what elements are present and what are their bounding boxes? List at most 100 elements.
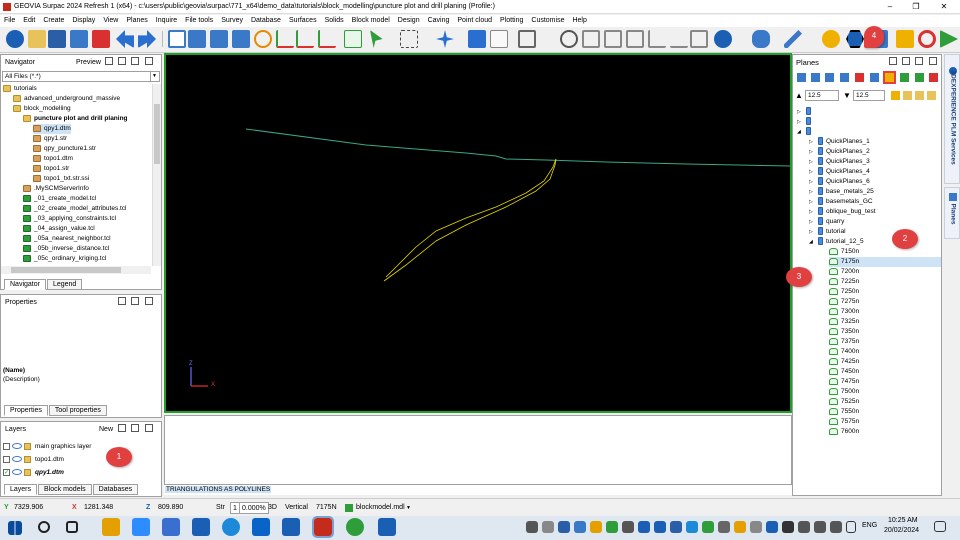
file-filter-select[interactable]: All Files (*.*) ▼ [2,71,160,82]
section-item[interactable]: 7325n [829,317,859,327]
sun-icon[interactable] [822,30,840,48]
side-tab-3dexperience[interactable]: 3DEXPERIENCE PLM Services [944,54,960,184]
section-item[interactable]: 7600n [829,427,859,437]
navigator-scrollbar[interactable] [152,84,161,266]
target-icon[interactable] [254,30,272,48]
plane-set-item[interactable]: ▷ oblique_bug_test [809,207,876,217]
chrome-icon[interactable] [346,518,364,536]
menu-create[interactable]: Create [39,15,68,27]
float-icon[interactable] [118,424,126,432]
pin-icon[interactable] [915,57,923,65]
blockmodel-dropdown-icon[interactable]: ▼ [406,502,411,514]
navigator-tree-item[interactable]: topo1_txt.str.ssi [33,174,89,184]
tab-properties[interactable]: Properties [4,405,48,416]
navigator-tree-item[interactable]: topo1.str [33,164,69,174]
float-icon[interactable] [118,57,126,65]
tray-app-icon-8[interactable] [638,521,650,533]
plane-set-item[interactable]: ▷ QuickPlanes_3 [809,157,870,167]
plane-set-item[interactable]: ▷ quarry [809,217,844,227]
reset-graphics-icon[interactable] [92,30,110,48]
tray-app-icon-18[interactable] [798,521,810,533]
plane-stop-icon[interactable] [929,73,938,82]
status-blockmodel[interactable]: blockmodel.mdl [356,502,405,514]
command-input[interactable]: TRIANGULATIONS AS POLYLINES [165,486,272,493]
expand-arrow-icon[interactable]: ▷ [797,117,803,127]
section-item[interactable]: 7175n [829,257,941,267]
menu-planes[interactable]: Planes [122,15,151,27]
section-item[interactable]: 7500n [829,387,859,397]
tray-app-icon-9[interactable] [654,521,666,533]
tray-app-icon-15[interactable] [750,521,762,533]
store-icon[interactable] [282,518,300,536]
rotate-icon[interactable] [344,30,362,48]
plane-set-item[interactable]: ◢ tutorial_12_5 [809,237,864,247]
expand-arrow-icon[interactable]: ▷ [809,137,815,147]
plane-new-icon[interactable] [797,73,806,82]
maximize-icon[interactable] [131,297,139,305]
section-item[interactable]: 7250n [829,287,859,297]
play-icon[interactable] [6,30,24,48]
navigator-tree-item[interactable]: puncture plot and drill planing [23,114,128,124]
section-item[interactable]: 7150n [829,247,859,257]
close-icon[interactable] [929,57,937,65]
planes-root-item[interactable]: ◢ [797,127,814,137]
tray-app-icon-5[interactable] [590,521,602,533]
notification-icon[interactable] [934,521,946,532]
navigator-tree-item[interactable]: _02_create_model_attributes.tcl [23,204,127,214]
snap-icon[interactable] [690,30,708,48]
section-item[interactable]: 7400n [829,347,859,357]
navigator-tree-item[interactable]: topo1.dtm [33,154,73,164]
layer-row[interactable]: main graphics layer [3,442,91,452]
tab-block-models[interactable]: Block models [38,484,92,495]
expand-arrow-icon[interactable]: ▷ [809,177,815,187]
tray-app-icon-3[interactable] [558,521,570,533]
float-icon[interactable] [118,297,126,305]
clock-time[interactable]: 10:25 AM [888,517,918,524]
menu-inquire[interactable]: Inquire [152,15,181,27]
tab-layers[interactable]: Layers [4,484,38,495]
clock-date[interactable]: 20/02/2024 [884,527,919,534]
new-layer-button[interactable]: New [99,426,113,433]
tray-app-icon-6[interactable] [606,521,618,533]
xz-plane-icon[interactable] [296,30,314,48]
expand-arrow-icon[interactable]: ▷ [809,207,815,217]
navigator-tree-item[interactable]: qpy_puncture1.str [33,144,96,154]
select-box-icon[interactable] [400,30,418,48]
graphics-viewport[interactable]: Z X [164,53,792,413]
command-line[interactable]: TRIANGULATIONS AS POLYLINES [164,484,792,495]
plane-copy-icon[interactable] [840,73,849,82]
tray-app-icon-4[interactable] [574,521,586,533]
float-icon[interactable] [889,57,897,65]
expand-arrow-icon[interactable]: ▷ [809,227,815,237]
tab-databases[interactable]: Databases [92,484,139,495]
expand-arrow-icon[interactable]: ▷ [809,157,815,167]
section-item[interactable]: 7525n [829,397,859,407]
expand-arrow-icon[interactable]: ▷ [809,187,815,197]
line-icon[interactable] [626,30,644,48]
restore-button[interactable]: ❐ [904,0,928,14]
layer-visibility-checkbox[interactable]: ✓ [3,468,10,476]
select-pointer-icon[interactable] [370,30,383,48]
section-item[interactable]: 7300n [829,307,859,317]
navigator-tree-item[interactable]: tutorials [3,84,37,94]
grid-icon[interactable] [168,30,186,48]
menu-plotting[interactable]: Plotting [496,15,527,27]
surpac-taskbar-icon[interactable] [312,516,334,538]
planes-root-item[interactable]: ▷ [797,117,814,127]
search-icon[interactable] [38,521,50,533]
tray-app-icon-11[interactable] [686,521,698,533]
tray-app-icon-13[interactable] [718,521,730,533]
section-item[interactable]: 7225n [829,277,859,287]
tray-app-icon-17[interactable] [782,521,794,533]
menu-file[interactable]: File [0,15,19,27]
layer-visibility-checkbox[interactable] [3,442,10,450]
stop-icon[interactable] [918,30,936,48]
photos-icon[interactable] [192,518,210,536]
preview-icon[interactable] [105,57,113,65]
expand-arrow-icon[interactable]: ◢ [797,127,803,137]
chevron-down-icon[interactable]: ▼ [150,72,158,81]
layer-lock-icon[interactable] [24,442,31,450]
minimize-button[interactable]: – [878,0,902,14]
run-macro-icon[interactable] [940,30,958,48]
navigator-tree-item[interactable]: _03_applying_constraints.tcl [23,214,116,224]
